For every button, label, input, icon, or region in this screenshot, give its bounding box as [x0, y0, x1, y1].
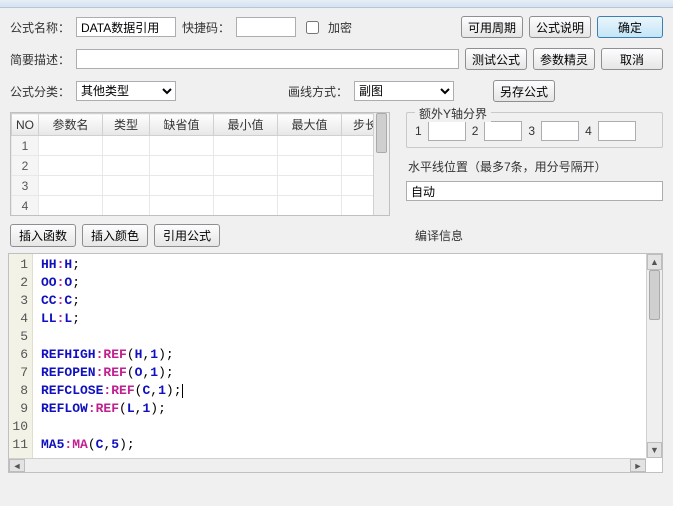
- period-button[interactable]: 可用周期: [461, 16, 523, 38]
- y3-input[interactable]: [541, 121, 579, 141]
- category-select[interactable]: 其他类型: [76, 81, 176, 101]
- param-header: 最小值: [213, 114, 277, 136]
- ok-button[interactable]: 确定: [597, 16, 663, 38]
- scroll-up-icon[interactable]: ▲: [647, 254, 662, 270]
- y1-label: 1: [415, 124, 422, 138]
- table-row[interactable]: 4: [12, 196, 389, 216]
- y2-label: 2: [472, 124, 479, 138]
- encrypt-label: 加密: [328, 19, 352, 36]
- code-editor[interactable]: 1 2 3 4 5 6 7 8 9 10 11 HH:H; OO:O; CC:C…: [8, 253, 663, 473]
- hline-label: 水平线位置（最多7条，用分号隔开）: [408, 158, 663, 175]
- table-row[interactable]: 2: [12, 156, 389, 176]
- param-header: 类型: [103, 114, 150, 136]
- param-header: NO: [12, 114, 39, 136]
- saveas-button[interactable]: 另存公式: [493, 80, 555, 102]
- param-header: 参数名: [39, 114, 103, 136]
- formula-name-input[interactable]: [76, 17, 176, 37]
- shortcut-label: 快捷码：: [182, 19, 230, 36]
- brief-input[interactable]: [76, 49, 459, 69]
- table-row[interactable]: 3: [12, 176, 389, 196]
- param-header: 缺省值: [149, 114, 213, 136]
- insert-color-button[interactable]: 插入颜色: [82, 224, 148, 247]
- editor-gutter: 1 2 3 4 5 6 7 8 9 10 11: [9, 254, 33, 460]
- editor-vscrollbar[interactable]: ▲ ▼: [646, 254, 662, 458]
- y4-input[interactable]: [598, 121, 636, 141]
- param-table-scrollbar[interactable]: [373, 113, 389, 215]
- compile-info-label: 编译信息: [415, 227, 463, 244]
- shortcut-input[interactable]: [236, 17, 296, 37]
- insert-function-button[interactable]: 插入函数: [10, 224, 76, 247]
- cancel-button[interactable]: 取消: [601, 48, 663, 70]
- y4-label: 4: [585, 124, 592, 138]
- editor-code[interactable]: HH:H; OO:O; CC:C; LL:L; REFHIGH:REF(H,1)…: [33, 254, 183, 460]
- hline-input[interactable]: [406, 181, 663, 201]
- formula-name-label: 公式名称：: [10, 19, 70, 36]
- help-button[interactable]: 公式说明: [529, 16, 591, 38]
- test-button[interactable]: 测试公式: [465, 48, 527, 70]
- y1-input[interactable]: [428, 121, 466, 141]
- y2-input[interactable]: [484, 121, 522, 141]
- y3-label: 3: [528, 124, 535, 138]
- scroll-down-icon[interactable]: ▼: [647, 442, 662, 458]
- yaxis-legend: 额外Y轴分界: [415, 105, 491, 122]
- table-row[interactable]: 1: [12, 136, 389, 156]
- scroll-right-icon[interactable]: ►: [630, 459, 646, 472]
- scroll-left-icon[interactable]: ◄: [9, 459, 25, 472]
- yaxis-fieldset: 额外Y轴分界 1 2 3 4: [406, 112, 663, 148]
- param-table[interactable]: NO参数名类型缺省值最小值最大值步长1234: [10, 112, 390, 216]
- window-titlebar: [0, 0, 673, 8]
- encrypt-checkbox[interactable]: [306, 21, 319, 34]
- form-panel: 公式名称： 快捷码： 加密 可用周期 公式说明 确定 简要描述： 测试公式 参数…: [0, 8, 673, 247]
- param-header: 最大值: [278, 114, 342, 136]
- category-label: 公式分类：: [10, 83, 70, 100]
- drawmode-select[interactable]: 副图: [354, 81, 454, 101]
- ref-formula-button[interactable]: 引用公式: [154, 224, 220, 247]
- brief-label: 简要描述：: [10, 51, 70, 68]
- wizard-button[interactable]: 参数精灵: [533, 48, 595, 70]
- editor-hscrollbar[interactable]: ◄ ►: [9, 458, 646, 472]
- drawmode-label: 画线方式：: [288, 83, 348, 100]
